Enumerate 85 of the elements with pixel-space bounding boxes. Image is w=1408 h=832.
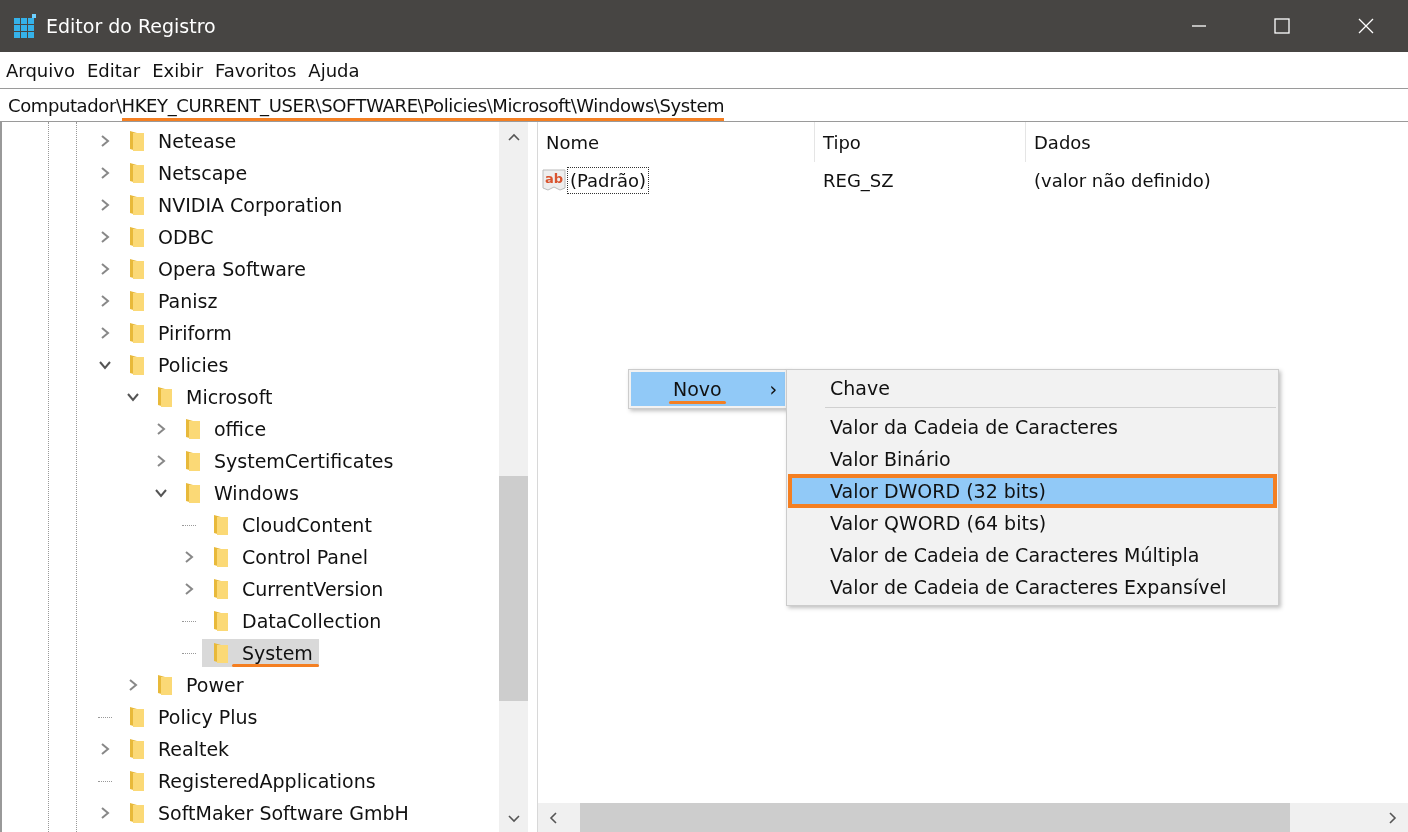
scroll-up-icon[interactable]	[506, 132, 521, 142]
tree-item[interactable]: SoftMaker Software GmbH	[118, 799, 415, 827]
folder-icon	[184, 418, 202, 440]
menu-item[interactable]: Editar	[86, 59, 141, 81]
folder-icon	[128, 130, 146, 152]
tree-item[interactable]: office	[174, 415, 273, 443]
annotation-underline	[669, 401, 726, 404]
menu-item[interactable]: Arquivo	[6, 59, 75, 81]
menu-item[interactable]: Valor DWORD (32 bits)	[789, 475, 1276, 507]
folder-icon	[128, 258, 146, 280]
tree-item[interactable]: Realtek	[118, 735, 236, 763]
address-text: HKEY_CURRENT_USER\SOFTWARE\	[121, 94, 424, 121]
menu-item[interactable]: Novo ›	[631, 372, 785, 406]
value-type: REG_SZ	[822, 169, 895, 191]
horizontal-scrollbar[interactable]	[538, 803, 1408, 832]
tree-item[interactable]: Power	[146, 671, 250, 699]
folder-icon	[212, 578, 230, 600]
window-title: Editor do Registro	[46, 15, 216, 37]
tree-item[interactable]: RegisteredApplications	[118, 767, 382, 795]
close-icon[interactable]	[1358, 18, 1374, 34]
scroll-left-icon[interactable]	[548, 810, 558, 825]
collapse-chevron-icon[interactable]	[126, 391, 140, 403]
menu-item[interactable]: Exibir	[152, 59, 204, 81]
column-header[interactable]: Dados	[1025, 122, 1408, 162]
tree-item[interactable]: SystemCertificates	[174, 447, 400, 475]
tree-item[interactable]: Policies	[118, 351, 235, 379]
tree-item[interactable]: NVIDIA Corporation	[118, 191, 349, 219]
folder-icon	[128, 802, 146, 824]
tree-item[interactable]: DataCollection	[202, 607, 388, 635]
tree-item[interactable]: CurrentVersion	[202, 575, 390, 603]
tree-item[interactable]: Control Panel	[202, 543, 374, 571]
menu-item[interactable]: Chave	[789, 372, 1276, 404]
folder-icon	[212, 610, 230, 632]
folder-icon	[184, 482, 202, 504]
menu-item[interactable]: Valor de Cadeia de Caracteres Múltipla	[789, 539, 1276, 571]
tree-item[interactable]: CloudContent	[202, 511, 378, 539]
column-header[interactable]: Tipo	[814, 122, 1025, 162]
folder-icon	[212, 514, 230, 536]
menu-item[interactable]: Valor de Cadeia de Caracteres Expansível	[789, 571, 1276, 603]
scrollbar-thumb[interactable]	[499, 476, 528, 701]
folder-icon	[128, 162, 146, 184]
folder-icon	[128, 354, 146, 376]
tree-item[interactable]: Netease	[118, 127, 243, 155]
string-value-icon: ab	[542, 168, 568, 192]
folder-icon	[128, 770, 146, 792]
tree-item[interactable]: Netscape	[118, 159, 254, 187]
tree-item[interactable]: Windows	[174, 479, 305, 507]
scroll-right-icon[interactable]	[1388, 810, 1398, 825]
address-bar[interactable]: Computador\HKEY_CURRENT_USER\SOFTWARE\Policies\Microsoft\Windows\System	[0, 88, 1408, 122]
folder-icon	[128, 290, 146, 312]
maximize-icon[interactable]	[1274, 18, 1290, 34]
tree-item[interactable]: Panisz	[118, 287, 224, 315]
address-text: Policies\Microsoft\Windows\System	[423, 94, 725, 121]
folder-icon	[128, 706, 146, 728]
folder-icon	[184, 450, 202, 472]
registry-app-icon	[12, 13, 38, 39]
folder-icon	[128, 226, 146, 248]
folder-icon	[128, 194, 146, 216]
scrollbar-thumb[interactable]	[580, 803, 1290, 832]
column-header[interactable]: Nome	[538, 122, 814, 162]
menu-item[interactable]: Valor da Cadeia de Caracteres	[789, 411, 1276, 443]
collapse-chevron-icon[interactable]	[154, 487, 168, 499]
menu-item[interactable]: Ajuda	[308, 59, 360, 81]
folder-icon	[128, 322, 146, 344]
folder-icon	[212, 546, 230, 568]
tree-item[interactable]: Microsoft	[146, 383, 279, 411]
scroll-down-icon[interactable]	[506, 814, 521, 824]
folder-icon	[156, 386, 174, 408]
menu-item[interactable]: Valor QWORD (64 bits)	[789, 507, 1276, 539]
tree-item[interactable]: System	[202, 639, 319, 667]
value-data: (valor não definido)	[1033, 169, 1212, 191]
folder-icon	[128, 738, 146, 760]
tree-item[interactable]: Opera Software	[118, 255, 312, 283]
menu-item[interactable]: Favoritos	[215, 59, 297, 81]
tree-item[interactable]: ODBC	[118, 223, 220, 251]
menu-item[interactable]: Valor Binário	[789, 443, 1276, 475]
folder-icon	[156, 674, 174, 696]
folder-icon	[212, 642, 230, 664]
address-text: Computador\	[8, 94, 122, 116]
tree-item[interactable]: Piriform	[118, 319, 238, 347]
collapse-chevron-icon[interactable]	[98, 359, 112, 371]
value-name[interactable]: (Padrão)	[568, 167, 648, 193]
submenu-arrow: ›	[769, 378, 777, 400]
tree-item[interactable]: Policy Plus	[118, 703, 264, 731]
vertical-scrollbar[interactable]	[499, 122, 528, 832]
